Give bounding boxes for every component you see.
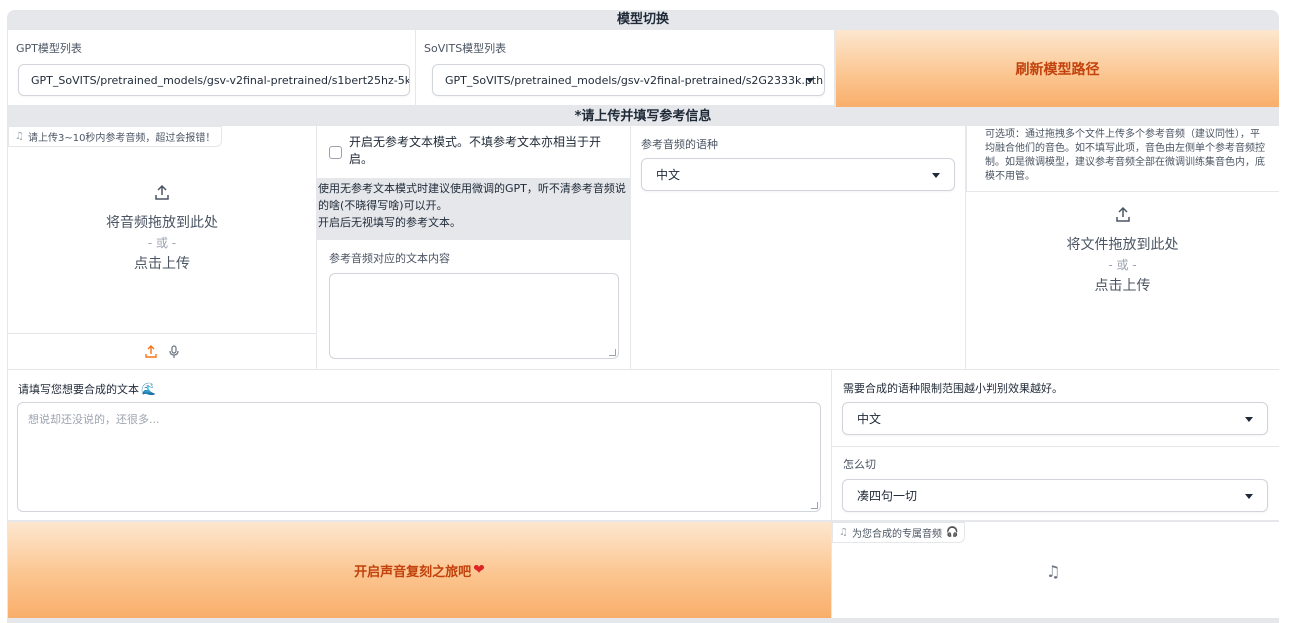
gpt-model-value: GPT_SoVITS/pretrained_models/gsv-v2final…: [31, 73, 410, 87]
ref-audio-upload[interactable]: ♫ 请上传3~10秒内参考音频，超过会报错！ 将音频拖放到此处 - 或 - 点击…: [8, 126, 316, 369]
start-synthesis-button[interactable]: 开启声音复刻之旅吧 ❤: [8, 522, 831, 618]
resize-grip-icon: [609, 349, 616, 356]
no-ref-checkbox-label[interactable]: 开启无参考文本模式。不填参考文本亦相当于开启。: [349, 134, 611, 168]
synth-text-input[interactable]: 想说却还没说的，还很多...: [17, 402, 821, 512]
checkbox-icon[interactable]: [329, 146, 342, 159]
multi-ref-drop-text: 将文件拖放到此处: [1066, 237, 1179, 253]
surfer-emoji-icon: 🌊: [141, 382, 156, 396]
caret-down-icon: [1245, 493, 1253, 499]
caret-down-icon: [1245, 416, 1253, 422]
ref-lang-select[interactable]: 中文: [641, 158, 955, 191]
output-audio-chip: ♫ 为您合成的专属音频 🎧: [832, 522, 966, 543]
sovits-model-block: SoVITS模型列表 GPT_SoVITS/pretrained_models/…: [416, 30, 834, 105]
ref-text-label: 参考音频对应的文本内容: [329, 252, 450, 265]
caret-down-icon: [932, 172, 940, 178]
gpt-model-select[interactable]: GPT_SoVITS/pretrained_models/gsv-v2final…: [18, 64, 410, 96]
ref-lang-value: 中文: [656, 168, 681, 182]
ref-audio-click-text: 点击上传: [134, 256, 190, 272]
synth-options-divider: [832, 446, 1279, 447]
synth-lang-select[interactable]: 中文: [842, 402, 1268, 435]
heart-emoji-icon: ❤: [473, 562, 485, 578]
multi-ref-desc: 可选项：通过拖拽多个文件上传多个参考音频（建议同性），平均融合他们的音色。如不填…: [966, 126, 1279, 192]
ref-lang-column: 参考音频的语种 中文: [631, 126, 965, 369]
multi-ref-click-text: 点击上传: [1094, 278, 1151, 294]
synth-text-label: 请填写您想要合成的文本: [18, 383, 139, 396]
model-switch-title: 模型切换: [7, 10, 1279, 30]
resize-grip-icon: [811, 502, 818, 509]
no-ref-info-line1: 使用无参考文本模式时建议使用微调的GPT，听不清参考音频说的啥(不晓得写啥)可以…: [318, 182, 626, 212]
synth-lang-value: 中文: [857, 412, 882, 426]
cut-method-value: 凑四句一切: [857, 489, 918, 503]
microphone-icon[interactable]: [168, 344, 180, 359]
gpt-model-label: GPT模型列表: [16, 42, 82, 55]
start-synthesis-label: 开启声音复刻之旅吧: [354, 564, 472, 580]
cut-method-label: 怎么切: [843, 458, 876, 471]
upload-icon: [155, 184, 169, 200]
gpt-model-block: GPT模型列表 GPT_SoVITS/pretrained_models/gsv…: [8, 30, 415, 105]
synth-options-block: 需要合成的语种限制范围越小判别效果越好。 中文 怎么切 凑四句一切: [832, 370, 1279, 520]
upload-icon: [1115, 206, 1130, 222]
caret-down-icon: [806, 78, 814, 83]
multi-ref-dropzone[interactable]: 将文件拖放到此处 - 或 - 点击上传: [966, 206, 1279, 295]
refresh-model-button[interactable]: 刷新模型路径: [836, 30, 1279, 107]
headset-emoji-icon: 🎧: [945, 527, 959, 538]
refresh-model-label: 刷新模型路径: [1015, 61, 1100, 78]
multi-ref-or-text: - 或 -: [1108, 258, 1137, 272]
no-ref-column: 开启无参考文本模式。不填参考文本亦相当于开启。 使用无参考文本模式时建议使用微调…: [317, 126, 630, 369]
ref-audio-source-bar: [8, 333, 316, 369]
no-ref-info: 使用无参考文本模式时建议使用微调的GPT，听不清参考音频说的啥(不晓得写啥)可以…: [317, 178, 630, 240]
ref-audio-drop-text: 将音频拖放到此处: [106, 215, 218, 231]
music-note-icon: ♫: [1046, 562, 1061, 581]
ref-audio-or-text: - 或 -: [147, 236, 177, 250]
no-ref-info-line2: 开启后无视填写的参考文本。: [318, 216, 461, 229]
music-note-icon: ♫: [839, 527, 848, 538]
cut-method-select[interactable]: 凑四句一切: [842, 479, 1268, 512]
synth-text-label-row: 请填写您想要合成的文本 🌊: [18, 381, 156, 397]
ref-text-input[interactable]: [329, 273, 619, 359]
reference-title: *请上传并填写参考信息: [7, 107, 1279, 126]
output-audio-block: ♫ 为您合成的专属音频 🎧 ♫: [832, 522, 1279, 618]
multi-ref-upload[interactable]: 可选项：通过拖拽多个文件上传多个参考音频（建议同性），平均融合他们的音色。如不填…: [966, 126, 1279, 369]
music-note-icon: ♫: [15, 131, 24, 142]
ref-audio-dropzone[interactable]: 将音频拖放到此处 - 或 - 点击上传: [8, 184, 316, 273]
synth-text-block: 请填写您想要合成的文本 🌊 想说却还没说的，还很多...: [8, 370, 831, 520]
sovits-model-value: GPT_SoVITS/pretrained_models/gsv-v2final…: [445, 73, 824, 87]
synth-lang-label: 需要合成的语种限制范围越小判别效果越好。: [843, 382, 1063, 395]
ref-audio-chip: ♫ 请上传3~10秒内参考音频，超过会报错！: [8, 126, 223, 147]
ref-lang-label: 参考音频的语种: [641, 138, 718, 151]
sovits-model-label: SoVITS模型列表: [424, 42, 507, 55]
upload-icon[interactable]: [144, 344, 158, 359]
sovits-model-select[interactable]: GPT_SoVITS/pretrained_models/gsv-v2final…: [432, 64, 825, 96]
